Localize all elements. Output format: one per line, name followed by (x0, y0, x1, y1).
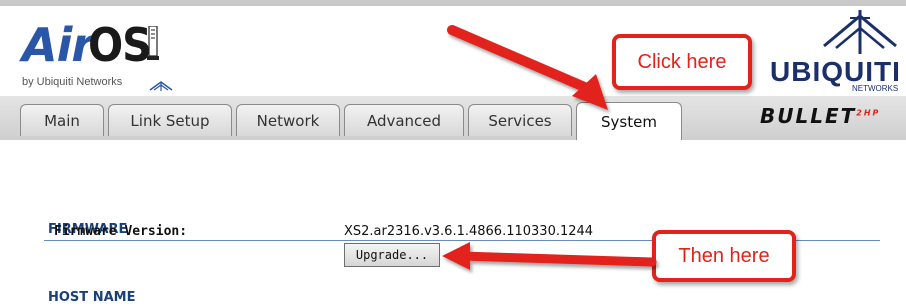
arrow-to-system-tab (447, 25, 601, 97)
arrow-to-upgrade-button (457, 251, 657, 267)
arrow-to-upgrade-button-head (442, 242, 470, 270)
annotation-arrows (442, 25, 657, 270)
